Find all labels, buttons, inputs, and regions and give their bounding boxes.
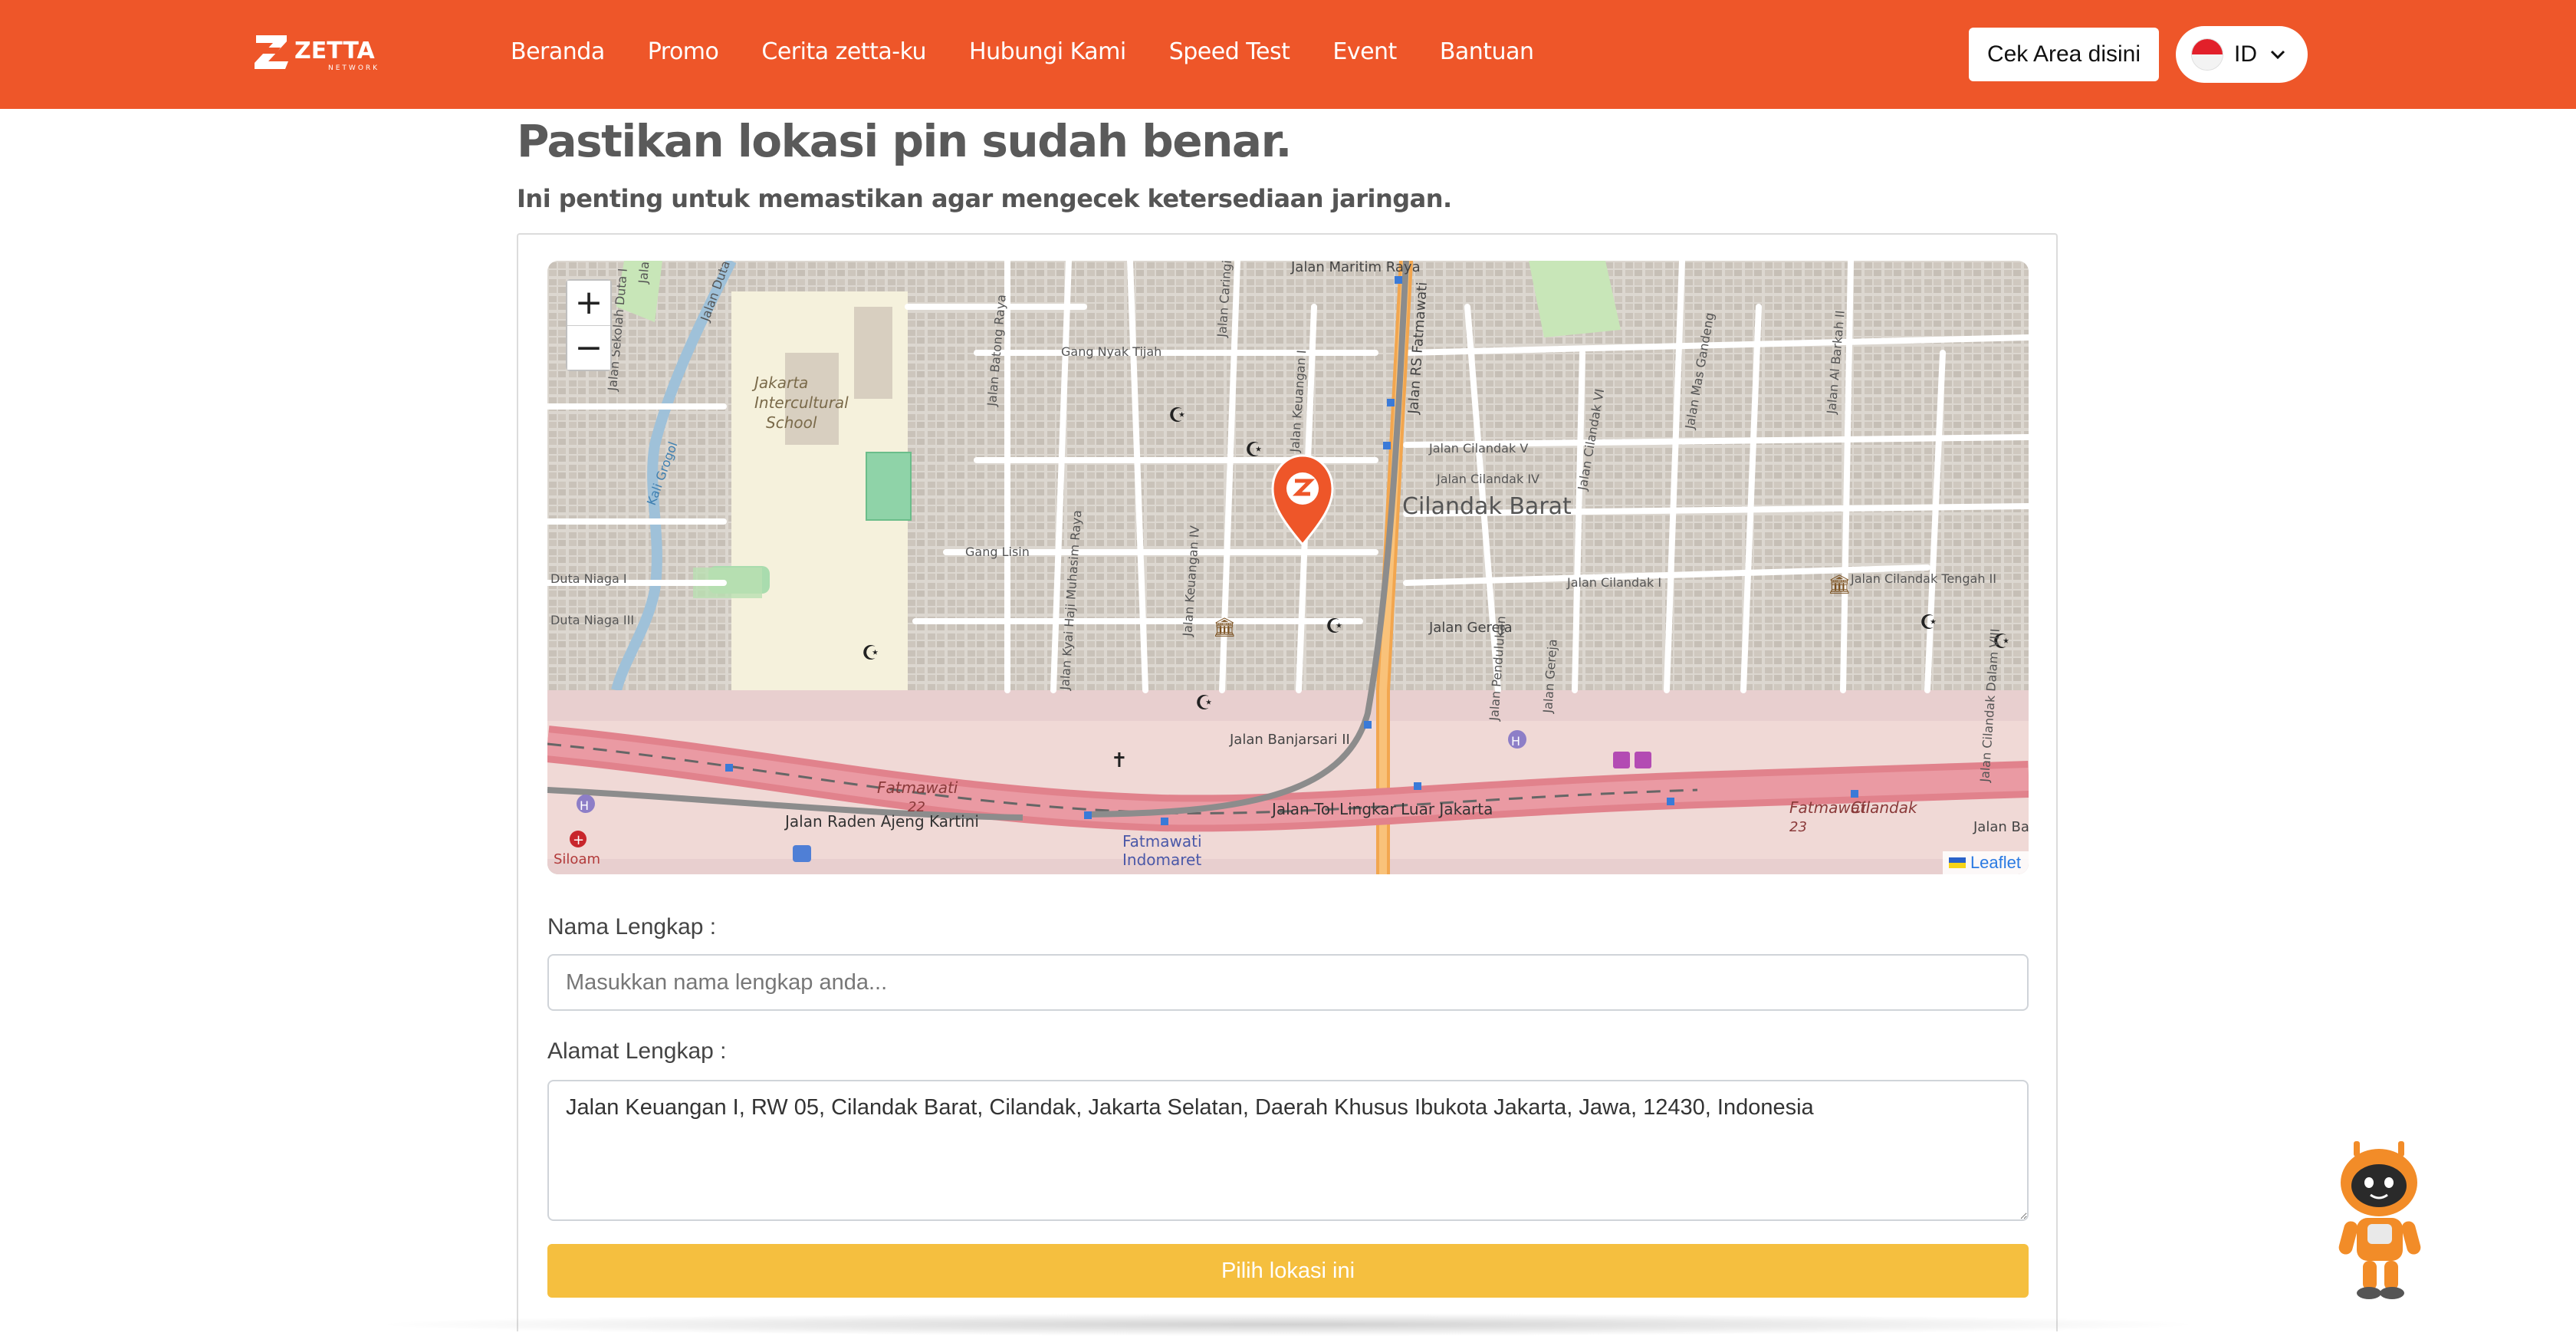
- nav-bantuan[interactable]: Bantuan: [1440, 38, 1534, 65]
- map-tiles[interactable]: ☪☪☪ ☪☪☪ ☪✝ 🏛🏛 H H + Jakarta Intercultura…: [547, 261, 2029, 874]
- svg-text:☪: ☪: [862, 642, 879, 665]
- map-street-label: Duta Niaga I: [550, 571, 627, 586]
- map-zoom-control: + −: [566, 279, 612, 371]
- page-title: Pastikan lokasi pin sudah benar.: [517, 115, 1292, 167]
- map-label-school-1: Jakarta: [751, 373, 808, 392]
- nav-speed-test[interactable]: Speed Test: [1169, 38, 1290, 65]
- map-label-school-3: School: [766, 413, 817, 432]
- map-attribution[interactable]: Leaflet: [1942, 851, 2029, 874]
- nav-cerita[interactable]: Cerita zetta-ku: [761, 38, 926, 65]
- brand-name: ZETTA: [294, 38, 376, 64]
- check-area-button[interactable]: Cek Area disini: [1969, 28, 2159, 81]
- svg-text:☪: ☪: [1326, 615, 1343, 638]
- map-label-siloam: Siloam: [554, 851, 600, 867]
- map-label-banjarsari: Jalan Banjarsari II: [1229, 732, 1350, 748]
- svg-text:☪: ☪: [1168, 404, 1186, 427]
- top-navbar: ZETTA NETWORK Beranda Promo Cerita zetta…: [0, 0, 2576, 109]
- svg-text:H: H: [580, 798, 589, 813]
- language-selector[interactable]: ID: [2176, 26, 2308, 83]
- indonesia-flag-icon: [2191, 38, 2223, 71]
- nav-hubungi-kami[interactable]: Hubungi Kami: [969, 38, 1126, 65]
- map-label-fatmawati-23-num: 23: [1789, 819, 1807, 835]
- map-street-label: Duta Niaga III: [550, 613, 634, 627]
- name-label: Nama Lengkap :: [547, 914, 717, 939]
- nav-promo[interactable]: Promo: [648, 38, 719, 65]
- svg-text:☪: ☪: [1920, 611, 1937, 634]
- svg-text:🏛: 🏛: [1213, 617, 1236, 638]
- svg-text:☪: ☪: [1245, 439, 1263, 462]
- map-street-label: Gang Nyak Tijah: [1061, 344, 1162, 359]
- map-street-label: Jalan Cilandak Tengah II: [1850, 571, 1996, 586]
- svg-text:H: H: [1511, 734, 1520, 749]
- choose-location-button[interactable]: Pilih lokasi ini: [547, 1244, 2029, 1298]
- attribution-link[interactable]: Leaflet: [1970, 853, 2021, 873]
- location-map[interactable]: ☪ ☪ ☪ ☪ ☪ ☪ ☪ ✝ 🏛 🏛 H H + Jakarta Intercultura…: [547, 261, 2029, 874]
- svg-text:+: +: [573, 832, 584, 848]
- map-label-raden-kartini: Jalan Raden Ajeng Kartini: [784, 812, 979, 831]
- full-address-textarea[interactable]: Jalan Keuangan I, RW 05, Cilandak Barat,…: [547, 1080, 2029, 1221]
- zoom-in-button[interactable]: +: [567, 281, 610, 325]
- map-label-indomaret-2: Indomaret: [1122, 851, 1201, 869]
- chevron-down-icon: [2270, 50, 2285, 60]
- nav-beranda[interactable]: Beranda: [511, 38, 605, 65]
- address-label: Alamat Lengkap :: [547, 1038, 727, 1064]
- zetta-logo[interactable]: ZETTA NETWORK: [253, 31, 406, 74]
- ukraine-flag-icon: [1948, 857, 1966, 868]
- map-label-fatmawati-22: Fatmawati: [877, 778, 958, 797]
- map-street-label: Jalan Cilandak I: [1566, 575, 1661, 590]
- language-code: ID: [2234, 41, 2257, 67]
- footer-shadow: [368, 1313, 2208, 1336]
- map-label-fatmawati-23: Fatmawati: [1789, 798, 1871, 817]
- map-label-district: Cilandak Barat: [1402, 493, 1572, 520]
- map-street-label: Gang Lisin: [965, 545, 1030, 559]
- map-label-school-2: Intercultural: [754, 393, 849, 412]
- map-label-toll-road: Jalan Tol Lingkar Luar Jakarta: [1270, 800, 1493, 818]
- map-label-maritim: Jalan Maritim Raya: [1290, 261, 1421, 275]
- map-label-indomaret-1: Fatmawati: [1122, 832, 1202, 851]
- svg-text:☪: ☪: [1195, 692, 1213, 715]
- map-label-batu-tulis: Jalan Batu Tulis: [1973, 819, 2029, 835]
- page-subtitle: Ini penting untuk memastikan agar mengec…: [517, 184, 1452, 213]
- svg-text:✝: ✝: [1111, 749, 1128, 772]
- brand-tagline: NETWORK: [328, 64, 380, 72]
- map-street-label: Jalan Cilandak IV: [1436, 472, 1539, 486]
- map-street-label: Jalan Cilandak V: [1428, 441, 1528, 456]
- zoom-out-button[interactable]: −: [567, 325, 610, 370]
- svg-text:🏛: 🏛: [1828, 574, 1851, 595]
- main-nav: Beranda Promo Cerita zetta-ku Hubungi Ka…: [511, 38, 1534, 65]
- chatbot-robot-icon[interactable]: [2323, 1135, 2438, 1304]
- nav-event[interactable]: Event: [1332, 38, 1397, 65]
- full-name-input[interactable]: [547, 954, 2029, 1011]
